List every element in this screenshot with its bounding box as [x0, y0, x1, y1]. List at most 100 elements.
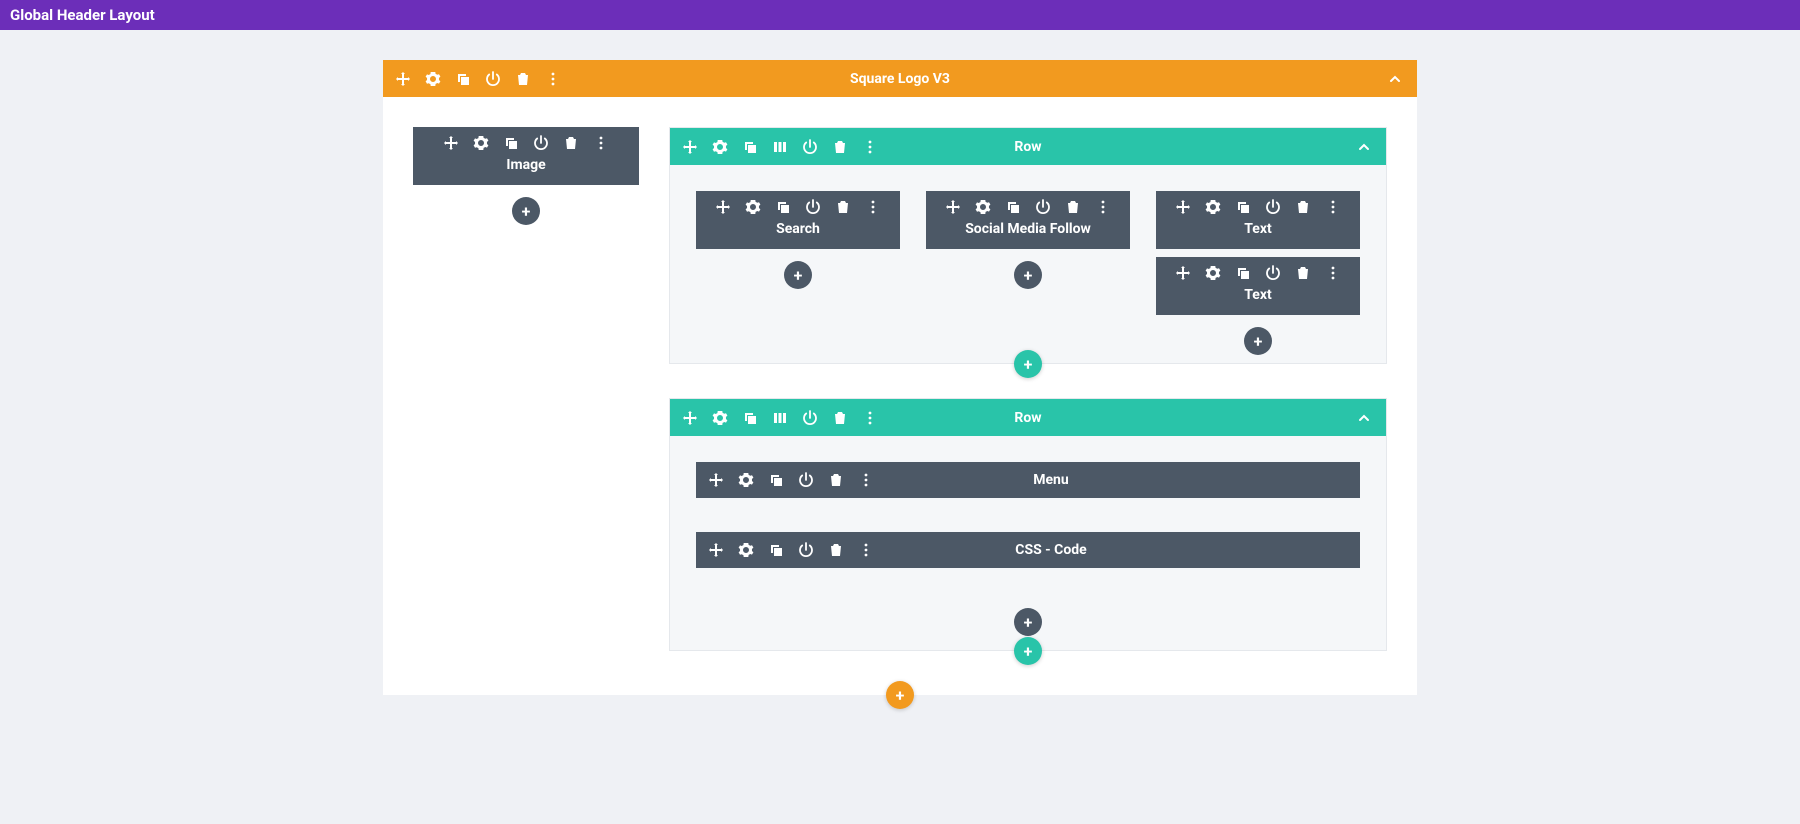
duplicate-icon[interactable] [742, 410, 758, 426]
more-icon[interactable] [858, 542, 874, 558]
module-label: CSS - Code [874, 542, 1228, 558]
power-icon[interactable] [798, 542, 814, 558]
module-menu[interactable]: Menu [696, 462, 1360, 498]
module-label: Text [1166, 287, 1350, 303]
row-1: Row [669, 127, 1387, 364]
duplicate-icon[interactable] [768, 472, 784, 488]
section: Square Logo V3 Image [383, 60, 1417, 695]
add-module-button[interactable]: + [1244, 327, 1272, 355]
power-icon[interactable] [533, 135, 549, 151]
more-icon[interactable] [865, 199, 881, 215]
columns-icon[interactable] [772, 410, 788, 426]
move-icon[interactable] [715, 199, 731, 215]
move-icon[interactable] [395, 71, 411, 87]
module-css-code[interactable]: CSS - Code [696, 532, 1360, 568]
duplicate-icon[interactable] [1235, 265, 1251, 281]
module-text-2[interactable]: Text [1156, 257, 1360, 315]
duplicate-icon[interactable] [768, 542, 784, 558]
more-icon[interactable] [593, 135, 609, 151]
trash-icon[interactable] [563, 135, 579, 151]
module-toolbar [1166, 265, 1350, 281]
more-icon[interactable] [862, 139, 878, 155]
module-text-1[interactable]: Text [1156, 191, 1360, 249]
column-left: Image + [413, 127, 639, 225]
gear-icon[interactable] [473, 135, 489, 151]
move-icon[interactable] [682, 410, 698, 426]
add-section-button[interactable]: + [886, 681, 914, 709]
duplicate-icon[interactable] [1005, 199, 1021, 215]
move-icon[interactable] [1175, 199, 1191, 215]
more-icon[interactable] [862, 410, 878, 426]
duplicate-icon[interactable] [742, 139, 758, 155]
module-image[interactable]: Image [413, 127, 639, 185]
trash-icon[interactable] [832, 410, 848, 426]
gear-icon[interactable] [975, 199, 991, 215]
move-icon[interactable] [682, 139, 698, 155]
duplicate-icon[interactable] [455, 71, 471, 87]
move-icon[interactable] [443, 135, 459, 151]
collapse-toggle[interactable] [1385, 69, 1405, 89]
module-search[interactable]: Search [696, 191, 900, 249]
more-icon[interactable] [1095, 199, 1111, 215]
trash-icon[interactable] [1295, 199, 1311, 215]
duplicate-icon[interactable] [775, 199, 791, 215]
trash-icon[interactable] [828, 472, 844, 488]
trash-icon[interactable] [828, 542, 844, 558]
module-social[interactable]: Social Media Follow [926, 191, 1130, 249]
add-module-button[interactable]: + [784, 261, 812, 289]
trash-icon[interactable] [1065, 199, 1081, 215]
gear-icon[interactable] [712, 410, 728, 426]
plus-icon: + [1254, 332, 1263, 351]
trash-icon[interactable] [832, 139, 848, 155]
row-toolbar [682, 139, 878, 155]
row-2: Row [669, 398, 1387, 651]
trash-icon[interactable] [1295, 265, 1311, 281]
duplicate-icon[interactable] [1235, 199, 1251, 215]
power-icon[interactable] [805, 199, 821, 215]
collapse-toggle[interactable] [1354, 408, 1374, 428]
module-label: Text [1166, 221, 1350, 237]
move-icon[interactable] [708, 542, 724, 558]
trash-icon[interactable] [515, 71, 531, 87]
add-module-button[interactable]: + [512, 197, 540, 225]
add-module-button[interactable]: + [1014, 261, 1042, 289]
power-icon[interactable] [1035, 199, 1051, 215]
row-header[interactable]: Row [670, 399, 1386, 436]
move-icon[interactable] [708, 472, 724, 488]
gear-icon[interactable] [1205, 265, 1221, 281]
column-right: Row [669, 127, 1387, 665]
duplicate-icon[interactable] [503, 135, 519, 151]
gear-icon[interactable] [1205, 199, 1221, 215]
trash-icon[interactable] [835, 199, 851, 215]
add-row-button[interactable]: + [1014, 637, 1042, 665]
more-icon[interactable] [858, 472, 874, 488]
section-header[interactable]: Square Logo V3 [383, 60, 1417, 97]
power-icon[interactable] [1265, 199, 1281, 215]
move-icon[interactable] [1175, 265, 1191, 281]
power-icon[interactable] [485, 71, 501, 87]
more-icon[interactable] [1325, 199, 1341, 215]
chevron-up-icon [1356, 410, 1372, 426]
more-icon[interactable] [545, 71, 561, 87]
gear-icon[interactable] [738, 542, 754, 558]
gear-icon[interactable] [745, 199, 761, 215]
row1-col1: Search + [696, 191, 900, 289]
more-icon[interactable] [1325, 265, 1341, 281]
gear-icon[interactable] [712, 139, 728, 155]
row-header[interactable]: Row [670, 128, 1386, 165]
gear-icon[interactable] [738, 472, 754, 488]
power-icon[interactable] [1265, 265, 1281, 281]
chevron-up-icon [1387, 71, 1403, 87]
power-icon[interactable] [798, 472, 814, 488]
collapse-toggle[interactable] [1354, 137, 1374, 157]
power-icon[interactable] [802, 410, 818, 426]
plus-icon: + [522, 202, 531, 221]
gear-icon[interactable] [425, 71, 441, 87]
plus-icon: + [1024, 642, 1033, 661]
module-toolbar [706, 199, 890, 215]
add-module-button[interactable]: + [1014, 608, 1042, 636]
power-icon[interactable] [802, 139, 818, 155]
move-icon[interactable] [945, 199, 961, 215]
columns-icon[interactable] [772, 139, 788, 155]
add-row-button[interactable]: + [1014, 350, 1042, 378]
